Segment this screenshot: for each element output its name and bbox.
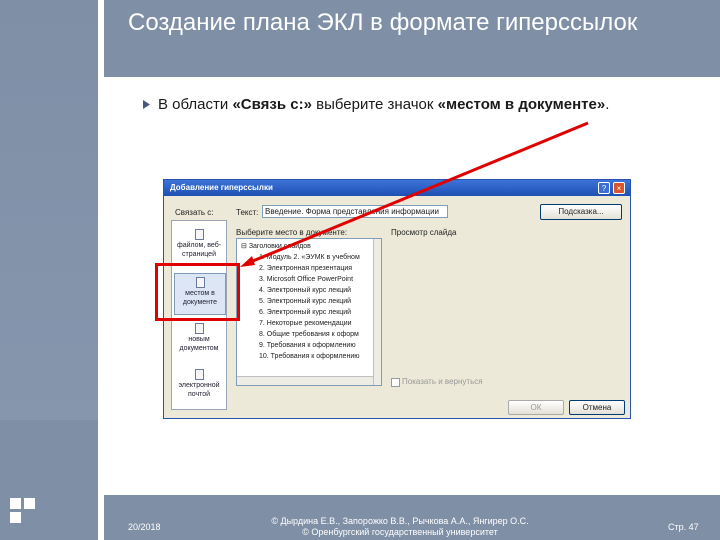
pointer-arrow-line	[247, 121, 589, 265]
pointer-arrow	[240, 121, 589, 267]
footer-date: 20/2018	[128, 522, 161, 532]
footer-copyright: © Дырдина Е.В., Запорожко В.В., Рычкова …	[271, 516, 529, 537]
footer-page-number: Стр. 47	[668, 522, 699, 532]
pointer-arrow-head	[240, 256, 255, 267]
